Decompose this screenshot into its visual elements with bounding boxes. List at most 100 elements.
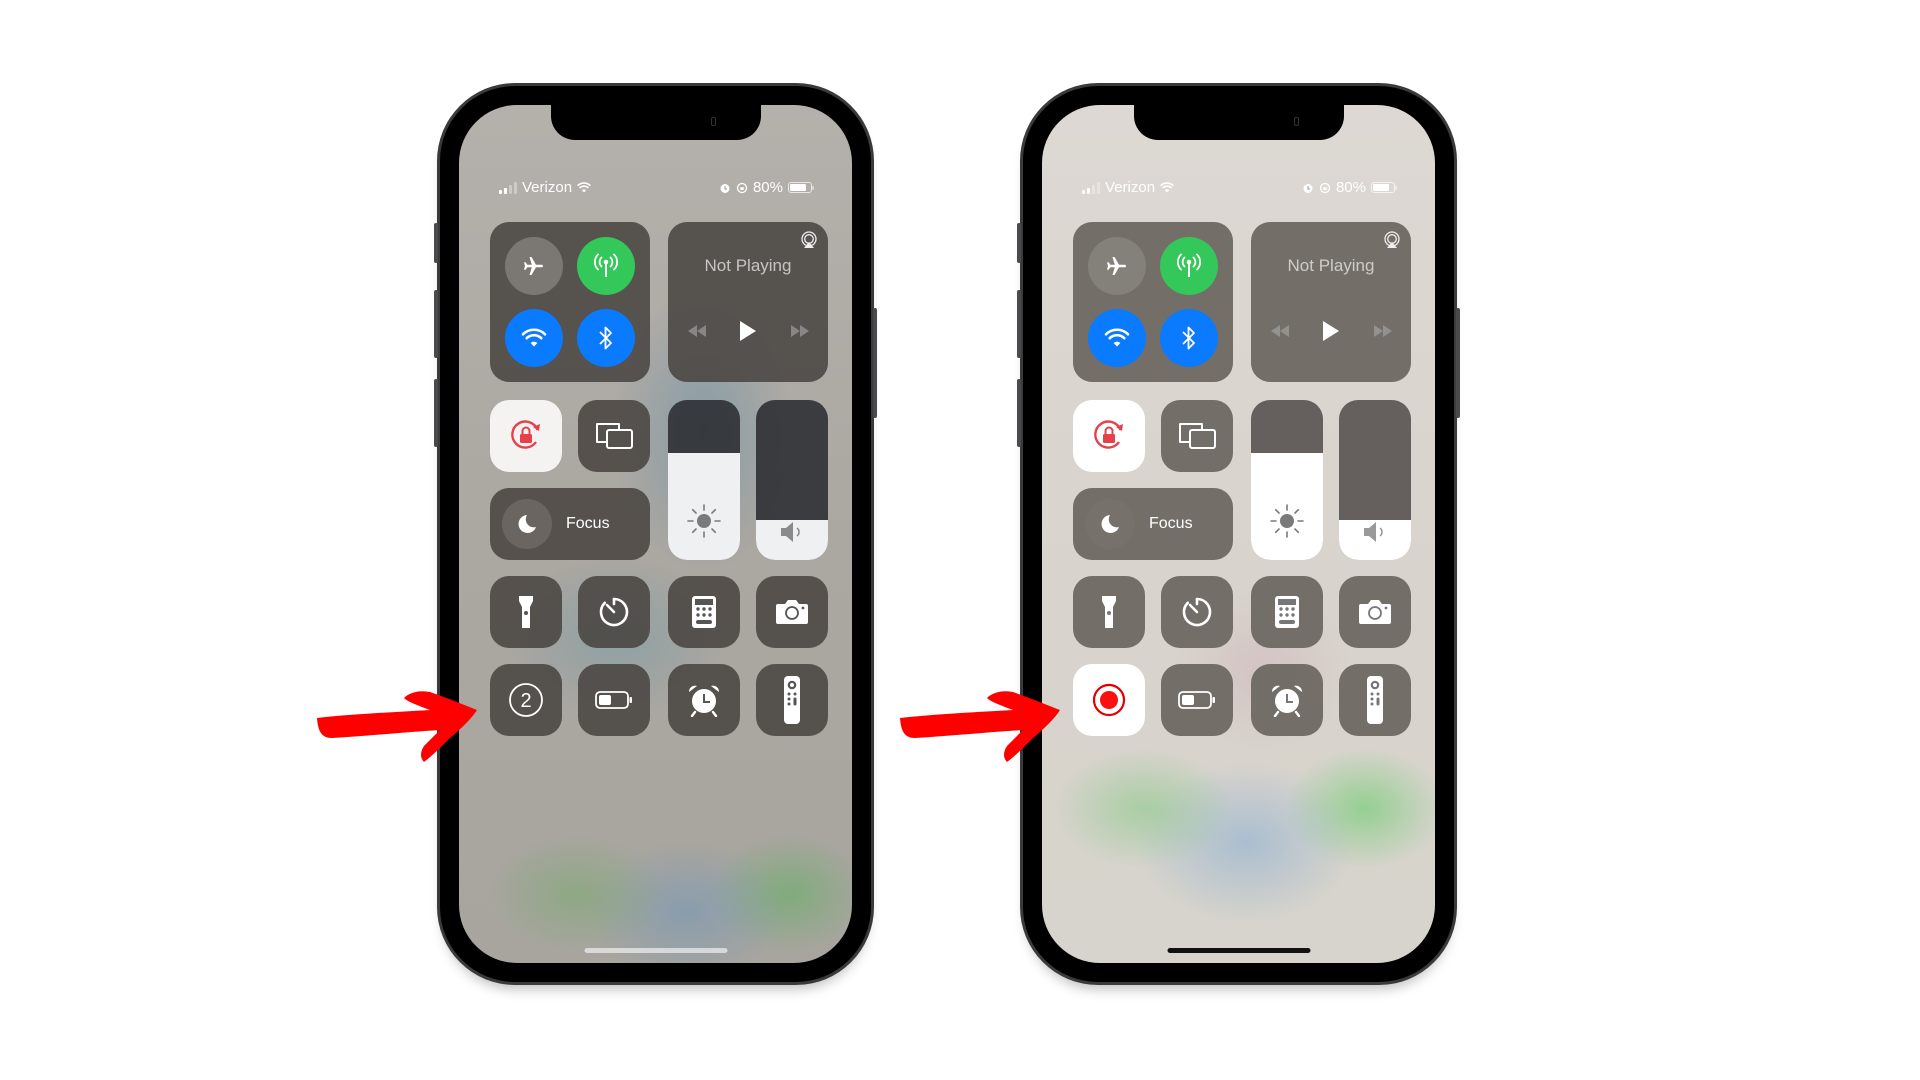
screen-mirroring-button[interactable] <box>1161 400 1233 472</box>
play-icon[interactable] <box>1322 320 1340 342</box>
annotation-arrow-left <box>317 691 477 762</box>
control-center-screen: Verizon 80% <box>459 105 852 963</box>
rewind-icon[interactable] <box>686 324 708 338</box>
carrier-label: Verizon <box>522 179 573 196</box>
mute-switch <box>1017 223 1021 263</box>
cell-signal-icon <box>1082 181 1100 194</box>
low-power-mode-button[interactable] <box>578 664 650 736</box>
airplay-audio-icon[interactable] <box>1383 231 1401 249</box>
speaker-icon <box>1364 522 1383 542</box>
brightness-slider[interactable] <box>1251 400 1323 560</box>
volume-down-button <box>434 379 438 447</box>
focus-label: Focus <box>1149 515 1193 532</box>
battery-low-power-icon <box>1178 691 1215 709</box>
timer-icon <box>599 597 629 627</box>
volume-up-button <box>1017 290 1021 358</box>
notch <box>550 105 761 140</box>
battery-percent: 80% <box>1335 179 1366 196</box>
alarm-clock-icon <box>688 685 720 717</box>
low-power-mode-button[interactable] <box>1161 664 1233 736</box>
wifi-icon <box>1104 328 1130 347</box>
carrier-label: Verizon <box>1105 179 1156 196</box>
screen-mirroring-button[interactable] <box>578 400 650 472</box>
sun-icon <box>1270 504 1304 538</box>
bluetooth-toggle[interactable] <box>577 309 635 367</box>
wifi-icon <box>521 328 547 347</box>
screen-recording-button[interactable]: 2 <box>490 664 562 736</box>
airplane-mode-toggle[interactable] <box>505 237 563 295</box>
alarm-status-icon <box>1303 183 1313 193</box>
speaker-icon <box>781 522 800 542</box>
tv-remote-icon <box>1367 676 1383 724</box>
bluetooth-toggle[interactable] <box>1160 309 1218 367</box>
now-playing-title: Not Playing <box>704 256 792 275</box>
camera-icon <box>710 117 716 126</box>
focus-moon-circle <box>502 499 552 549</box>
alarm-status-icon <box>720 183 730 193</box>
flashlight-icon <box>519 596 533 628</box>
orientation-lock-toggle[interactable] <box>490 400 562 472</box>
camera-icon <box>1359 600 1391 624</box>
fast-forward-icon[interactable] <box>1372 324 1394 338</box>
notch <box>1133 105 1344 140</box>
volume-up-button <box>434 290 438 358</box>
side-button <box>873 308 877 418</box>
connectivity-module <box>490 222 650 382</box>
camera-icon <box>1293 117 1299 126</box>
control-center-screen: Verizon 80% <box>1042 105 1435 963</box>
screen-recording-button[interactable] <box>1073 664 1145 736</box>
volume-slider[interactable] <box>1339 400 1411 560</box>
wifi-toggle[interactable] <box>505 309 563 367</box>
screen-mirroring-icon <box>1179 423 1216 449</box>
home-indicator[interactable] <box>584 948 727 953</box>
now-playing-title: Not Playing <box>1287 256 1375 275</box>
wifi-status-icon <box>577 182 592 193</box>
orientation-lock-status-icon <box>736 182 748 193</box>
camera-button[interactable] <box>1339 576 1411 648</box>
iphone-after: Verizon 80% Not Playing Focus <box>1017 83 1460 985</box>
iphone-before: Verizon 80% Not Playing Focus 2 <box>434 83 877 985</box>
brightness-slider[interactable] <box>668 400 740 560</box>
wifi-toggle[interactable] <box>1088 309 1146 367</box>
battery-icon <box>1371 182 1397 193</box>
battery-icon <box>788 182 814 193</box>
airplay-audio-icon[interactable] <box>800 231 818 249</box>
timer-button[interactable] <box>1161 576 1233 648</box>
arrow-shape <box>317 691 477 762</box>
now-playing-module[interactable]: Not Playing <box>668 222 828 382</box>
wifi-status-icon <box>1160 182 1175 193</box>
rotation-lock-icon <box>1094 420 1123 449</box>
cellular-data-toggle[interactable] <box>577 237 635 295</box>
tv-remote-icon <box>784 676 800 724</box>
alarm-button[interactable] <box>668 664 740 736</box>
rewind-icon[interactable] <box>1269 324 1291 338</box>
focus-button[interactable]: Focus <box>490 488 650 560</box>
bezel: Verizon 80% <box>1023 86 1454 982</box>
airplane-icon <box>1107 257 1126 275</box>
timer-button[interactable] <box>578 576 650 648</box>
apple-tv-remote-button[interactable] <box>756 664 828 736</box>
bluetooth-icon <box>1182 326 1195 350</box>
camera-button[interactable] <box>756 576 828 648</box>
flashlight-button[interactable] <box>490 576 562 648</box>
orientation-lock-status-icon <box>1319 182 1331 193</box>
cellular-data-toggle[interactable] <box>1160 237 1218 295</box>
battery-low-power-icon <box>595 691 632 709</box>
now-playing-module[interactable]: Not Playing <box>1251 222 1411 382</box>
calculator-button[interactable] <box>1251 576 1323 648</box>
focus-label: Focus <box>566 515 610 532</box>
calculator-icon <box>692 596 716 628</box>
flashlight-button[interactable] <box>1073 576 1145 648</box>
play-icon[interactable] <box>739 320 757 342</box>
focus-button[interactable]: Focus <box>1073 488 1233 560</box>
volume-slider[interactable] <box>756 400 828 560</box>
airplane-mode-toggle[interactable] <box>1088 237 1146 295</box>
cellular-antenna-icon <box>1177 253 1201 277</box>
orientation-lock-toggle[interactable] <box>1073 400 1145 472</box>
alarm-button[interactable] <box>1251 664 1323 736</box>
calculator-button[interactable] <box>668 576 740 648</box>
fast-forward-icon[interactable] <box>789 324 811 338</box>
apple-tv-remote-button[interactable] <box>1339 664 1411 736</box>
cell-signal-icon <box>499 181 517 194</box>
home-indicator[interactable] <box>1167 948 1310 953</box>
